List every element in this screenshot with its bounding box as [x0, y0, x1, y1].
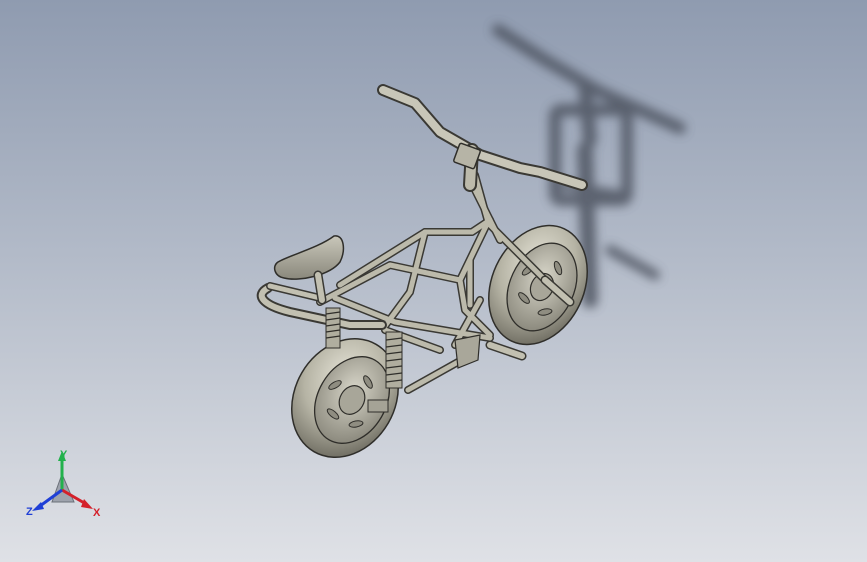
x-axis-label: X: [93, 507, 101, 519]
y-axis-label: Y: [60, 449, 68, 461]
coordinate-triad: Y X Z: [26, 449, 101, 519]
scene-canvas[interactable]: [0, 0, 867, 562]
3d-graphics-viewport[interactable]: Y X Z: [0, 0, 867, 562]
z-axis-label: Z: [26, 506, 33, 518]
